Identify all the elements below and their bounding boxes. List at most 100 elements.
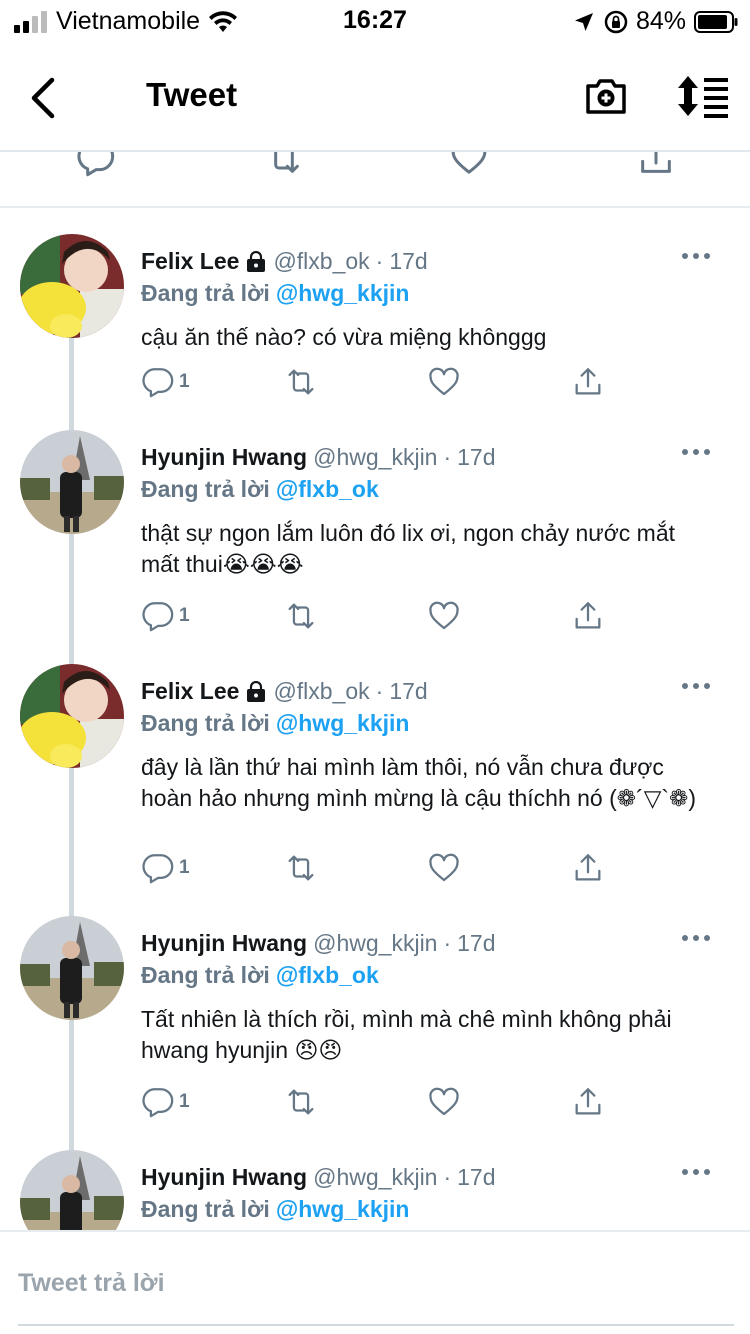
avatar-hyunjin[interactable]	[20, 430, 124, 534]
user-handle[interactable]: @hwg_kkjin	[313, 1164, 437, 1191]
back-button[interactable]	[22, 74, 66, 122]
more-options-button[interactable]	[680, 1164, 712, 1180]
like-button[interactable]	[427, 850, 461, 886]
main-reply-button[interactable]	[76, 152, 116, 178]
share-icon	[575, 1088, 601, 1115]
share-button[interactable]	[571, 850, 605, 886]
user-handle[interactable]: @hwg_kkjin	[313, 930, 437, 957]
sort-replies-button[interactable]	[676, 74, 730, 118]
tweet-time: 17d	[389, 248, 428, 274]
reply-button[interactable]: 1	[141, 598, 190, 634]
display-name[interactable]: Hyunjin Hwang	[141, 930, 307, 957]
share-icon	[575, 854, 601, 881]
replying-to: Đang trả lời @flxb_ok	[141, 476, 379, 503]
retweet-button[interactable]	[284, 364, 318, 400]
heart-icon	[429, 853, 459, 882]
reply-icon	[142, 1088, 174, 1118]
user-handle[interactable]: @hwg_kkjin	[313, 444, 437, 471]
tweet-text: Tất nhiên là thích rồi, mình mà chê mình…	[141, 1006, 672, 1063]
tweet-text: thật sự ngon lắm luôn đó lix ơi, ngon ch…	[141, 520, 676, 577]
avatar-hyunjin[interactable]	[20, 916, 124, 1020]
like-button[interactable]	[427, 1084, 461, 1120]
more-icon	[682, 449, 710, 455]
retweet-icon	[288, 855, 314, 881]
replying-to-label: Đang trả lời	[141, 1196, 270, 1222]
tweet-actions: 1	[0, 598, 750, 638]
reply-button[interactable]: 1	[141, 850, 190, 886]
share-button[interactable]	[571, 598, 605, 634]
like-button[interactable]	[427, 598, 461, 634]
reply-count: 1	[179, 857, 190, 878]
share-button[interactable]	[571, 1084, 605, 1120]
more-options-button[interactable]	[680, 678, 712, 694]
main-like-button[interactable]	[449, 152, 489, 178]
display-name[interactable]: Hyunjin Hwang	[141, 1164, 307, 1191]
tweet-actions: 1	[0, 364, 750, 404]
reply-tweet[interactable]: Felix Lee @flxb_ok · 17d Đang trả lời @hw…	[0, 664, 750, 914]
retweet-button[interactable]	[284, 1084, 318, 1120]
share-icon	[575, 602, 601, 629]
replying-to: Đang trả lời @hwg_kkjin	[141, 1196, 409, 1223]
tweet-time: 17d	[457, 1164, 496, 1190]
lock-icon	[247, 250, 266, 272]
retweet-button[interactable]	[284, 850, 318, 886]
heart-icon	[429, 367, 459, 396]
replying-to-handle[interactable]: @flxb_ok	[276, 476, 379, 502]
replying-to-label: Đang trả lời	[141, 280, 270, 306]
heart-icon	[429, 601, 459, 630]
tweet-header: Felix Lee @flxb_ok · 17d	[141, 248, 428, 275]
retweet-button[interactable]	[284, 598, 318, 634]
signal-icon	[14, 10, 47, 33]
more-options-button[interactable]	[680, 930, 712, 946]
lock-icon	[247, 680, 266, 702]
nav-bar: Tweet	[0, 40, 750, 152]
tweet-header: Hyunjin Hwang @hwg_kkjin · 17d	[141, 444, 496, 471]
display-name[interactable]: Felix Lee	[141, 678, 239, 705]
separator-dot: ·	[375, 678, 384, 704]
replying-to-handle[interactable]: @hwg_kkjin	[276, 1196, 410, 1222]
reply-icon	[142, 602, 174, 632]
avatar-felix[interactable]	[20, 234, 124, 338]
sort-icon	[678, 76, 728, 118]
replying-to-handle[interactable]: @hwg_kkjin	[276, 710, 410, 736]
add-photo-button[interactable]	[584, 74, 628, 118]
user-handle[interactable]: @flxb_ok	[273, 678, 369, 705]
display-name[interactable]: Felix Lee	[141, 248, 239, 275]
display-name[interactable]: Hyunjin Hwang	[141, 444, 307, 471]
main-tweet-actions	[0, 152, 750, 208]
more-icon	[682, 683, 710, 689]
replying-to: Đang trả lời @hwg_kkjin	[141, 280, 409, 307]
reply-button[interactable]: 1	[141, 1084, 190, 1120]
main-retweet-button[interactable]	[264, 152, 304, 178]
avatar-hyunjin[interactable]	[20, 1150, 124, 1230]
reply-tweet[interactable]: Hyunjin Hwang @hwg_kkjin · 17d Đang trả …	[0, 916, 750, 1148]
status-left: Vietnamobile	[14, 7, 238, 36]
reply-tweet[interactable]: Felix Lee @flxb_ok · 17d Đang trả lời @hw…	[0, 234, 750, 444]
replying-to-label: Đang trả lời	[141, 476, 270, 502]
tweet-header: Hyunjin Hwang @hwg_kkjin · 17d	[141, 1164, 496, 1191]
main-share-button[interactable]	[636, 152, 676, 178]
reply-tweet[interactable]: Hyunjin Hwang @hwg_kkjin · 17d Đang trả …	[0, 1150, 750, 1230]
reply-input[interactable]	[18, 1262, 734, 1326]
avatar-felix[interactable]	[20, 664, 124, 768]
tweet-text: cậu ăn thế nào? có vừa miệng khônggg	[141, 324, 547, 350]
replying-to: Đang trả lời @hwg_kkjin	[141, 710, 409, 737]
more-options-button[interactable]	[680, 444, 712, 460]
avatar-felix-image	[20, 664, 124, 768]
reply-count: 1	[179, 371, 190, 392]
like-button[interactable]	[427, 364, 461, 400]
share-button[interactable]	[571, 364, 605, 400]
status-right: 84%	[574, 7, 738, 36]
replying-to-handle[interactable]: @flxb_ok	[276, 962, 379, 988]
replying-to-handle[interactable]: @hwg_kkjin	[276, 280, 410, 306]
replying-to-label: Đang trả lời	[141, 710, 270, 736]
user-handle[interactable]: @flxb_ok	[273, 248, 369, 275]
more-options-button[interactable]	[680, 248, 712, 264]
tweet-actions: 1	[0, 1084, 750, 1124]
more-icon	[682, 1169, 710, 1175]
reply-button[interactable]: 1	[141, 364, 190, 400]
replying-to-label: Đang trả lời	[141, 962, 270, 988]
heart-icon	[429, 1087, 459, 1116]
reply-count: 1	[179, 605, 190, 626]
reply-tweet[interactable]: Hyunjin Hwang @hwg_kkjin · 17d Đang trả …	[0, 430, 750, 660]
